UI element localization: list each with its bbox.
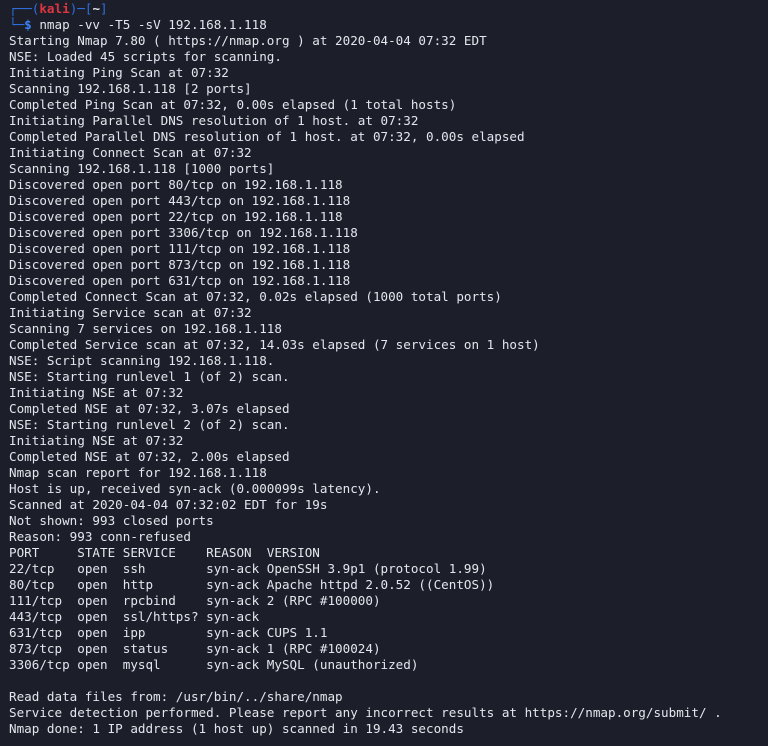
output-line: NSE: Loaded 45 scripts for scanning. <box>9 49 282 64</box>
output-line: Initiating NSE at 07:32 <box>9 433 184 448</box>
footer-line: Read data files from: /usr/bin/../share/… <box>9 689 343 704</box>
output-line: NSE: Starting runlevel 2 (of 2) scan. <box>9 417 290 432</box>
port-table-row: 111/tcp open rpcbind syn-ack 2 (RPC #100… <box>9 593 381 608</box>
port-table-row: 3306/tcp open mysql syn-ack MySQL (unaut… <box>9 657 419 672</box>
footer-line: Service detection performed. Please repo… <box>9 705 722 720</box>
output-line: Scanned at 2020-04-04 07:32:02 EDT for 1… <box>9 497 328 512</box>
terminal-output: ┌──(kali)─[~] └─$ nmap -vv -T5 -sV 192.1… <box>9 1 768 737</box>
output-line: Discovered open port 111/tcp on 192.168.… <box>9 241 351 256</box>
output-line: Completed Service scan at 07:32, 14.03s … <box>9 337 540 352</box>
output-line: Scanning 192.168.1.118 [2 ports] <box>9 81 252 96</box>
port-table-row: 631/tcp open ipp syn-ack CUPS 1.1 <box>9 625 328 640</box>
port-table-row: 80/tcp open http syn-ack Apache httpd 2.… <box>9 577 495 592</box>
output-line: Scanning 192.168.1.118 [1000 ports] <box>9 161 275 176</box>
output-line: Completed Connect Scan at 07:32, 0.02s e… <box>9 289 502 304</box>
output-line: Completed Ping Scan at 07:32, 0.00s elap… <box>9 97 457 112</box>
terminal-window[interactable]: ┌──(kali)─[~] └─$ nmap -vv -T5 -sV 192.1… <box>0 0 768 746</box>
output-line: Discovered open port 80/tcp on 192.168.1… <box>9 177 343 192</box>
footer-line: Nmap done: 1 IP address (1 host up) scan… <box>9 721 464 736</box>
prompt-dir: ~ <box>92 1 101 16</box>
output-line: Completed Parallel DNS resolution of 1 h… <box>9 129 525 144</box>
output-line: Initiating Parallel DNS resolution of 1 … <box>9 113 419 128</box>
prompt-line-command: └─$ nmap -vv -T5 -sV 192.168.1.118 <box>9 17 267 32</box>
output-line: Initiating Ping Scan at 07:32 <box>9 65 229 80</box>
output-line: Discovered open port 631/tcp on 192.168.… <box>9 273 351 288</box>
output-line: Not shown: 993 closed ports <box>9 513 214 528</box>
output-line: Discovered open port 3306/tcp on 192.168… <box>9 225 358 240</box>
output-line: Scanning 7 services on 192.168.1.118 <box>9 321 282 336</box>
output-line: Reason: 993 conn-refused <box>9 529 191 544</box>
port-table-row: 443/tcp open ssl/https? syn-ack <box>9 609 260 624</box>
output-line: Completed NSE at 07:32, 3.07s elapsed <box>9 401 290 416</box>
prompt-user: kali <box>39 1 70 16</box>
port-table-row: 873/tcp open status syn-ack 1 (RPC #1000… <box>9 641 381 656</box>
output-line: Discovered open port 443/tcp on 192.168.… <box>9 193 351 208</box>
output-line: Completed NSE at 07:32, 2.00s elapsed <box>9 449 290 464</box>
port-table-header: PORT STATE SERVICE REASON VERSION <box>9 545 320 560</box>
output-line: Host is up, received syn-ack (0.000099s … <box>9 481 381 496</box>
port-table-row: 22/tcp open ssh syn-ack OpenSSH 3.9p1 (p… <box>9 561 487 576</box>
output-line: Discovered open port 873/tcp on 192.168.… <box>9 257 351 272</box>
output-line: Nmap scan report for 192.168.1.118 <box>9 465 267 480</box>
output-line: Initiating Connect Scan at 07:32 <box>9 145 252 160</box>
output-line: NSE: Starting runlevel 1 (of 2) scan. <box>9 369 290 384</box>
output-line: Initiating Service scan at 07:32 <box>9 305 252 320</box>
output-line: Initiating NSE at 07:32 <box>9 385 184 400</box>
prompt-line-top: ┌──(kali)─[~] <box>9 1 108 16</box>
output-line: Starting Nmap 7.80 ( https://nmap.org ) … <box>9 33 487 48</box>
output-line: NSE: Script scanning 192.168.1.118. <box>9 353 275 368</box>
output-line: Discovered open port 22/tcp on 192.168.1… <box>9 209 343 224</box>
command-text: nmap -vv -T5 -sV 192.168.1.118 <box>39 17 267 32</box>
